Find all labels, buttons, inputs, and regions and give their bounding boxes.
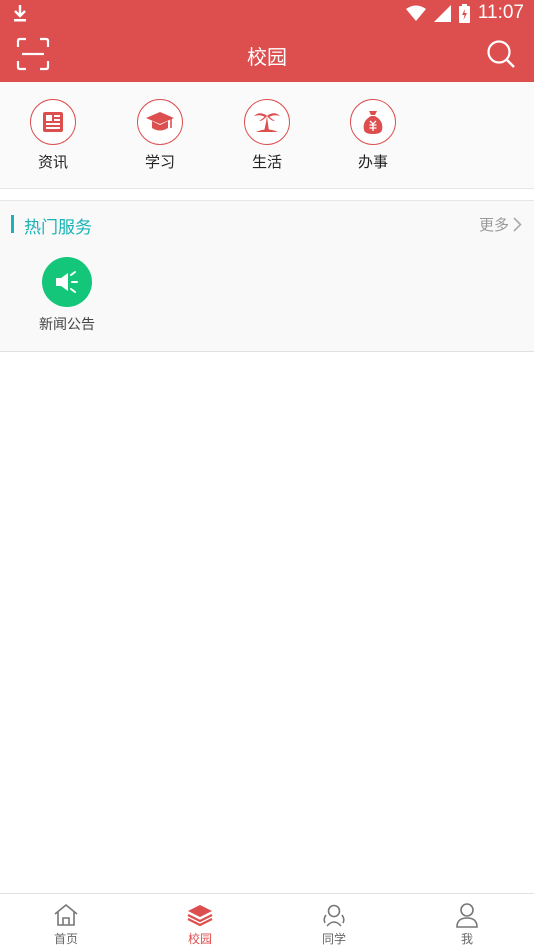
- download-icon: [14, 5, 26, 22]
- category-label: 学习: [144, 153, 175, 171]
- megaphone-icon: [42, 257, 92, 307]
- tab-me[interactable]: 我: [427, 902, 507, 947]
- money-bag-icon: [350, 99, 396, 145]
- category-label: 资讯: [37, 153, 68, 171]
- category-news[interactable]: 资讯: [13, 99, 93, 172]
- section-title: 热门服务: [24, 218, 92, 238]
- home-icon: [54, 903, 78, 926]
- tab-campus[interactable]: 校园: [160, 902, 240, 947]
- tab-classmates[interactable]: 同学: [294, 902, 374, 947]
- tab-label: 我: [460, 932, 473, 946]
- category-label: 办事: [357, 153, 388, 171]
- tab-label: 首页: [53, 932, 78, 946]
- graduation-cap-icon: [137, 99, 183, 145]
- category-row: 资讯 学习 生活 办事: [0, 82, 534, 189]
- classmates-icon: [323, 904, 345, 927]
- app-header: 校园: [0, 27, 534, 82]
- palm-tree-icon: [244, 99, 290, 145]
- user-icon: [456, 903, 478, 928]
- search-button[interactable]: [486, 39, 516, 69]
- category-affairs[interactable]: 办事: [333, 99, 413, 172]
- page-title: 校园: [247, 45, 287, 69]
- bottom-tab-bar: 首页 校园 同学 我: [0, 893, 534, 950]
- service-label: 新闻公告: [39, 317, 95, 333]
- tab-label: 同学: [321, 932, 346, 946]
- tab-home[interactable]: 首页: [26, 902, 106, 947]
- chevron-right-icon: [513, 217, 522, 232]
- signal-icon: [433, 4, 451, 22]
- category-study[interactable]: 学习: [120, 99, 200, 172]
- battery-icon: [458, 3, 470, 23]
- status-bar: 11:07: [0, 0, 534, 27]
- wifi-icon: [405, 5, 426, 21]
- category-label: 生活: [251, 153, 282, 171]
- more-link[interactable]: 更多: [479, 214, 522, 235]
- service-news-announcement[interactable]: 新闻公告: [30, 257, 104, 334]
- search-icon: [487, 40, 515, 68]
- news-icon: [30, 99, 76, 145]
- category-life[interactable]: 生活: [227, 99, 307, 172]
- hot-services-section: 热门服务 更多 新闻公告: [0, 200, 534, 352]
- more-label: 更多: [478, 216, 509, 234]
- section-accent-bar: [11, 215, 14, 233]
- layers-icon: [187, 905, 213, 927]
- status-time: 11:07: [477, 2, 524, 23]
- tab-label: 校园: [187, 932, 212, 946]
